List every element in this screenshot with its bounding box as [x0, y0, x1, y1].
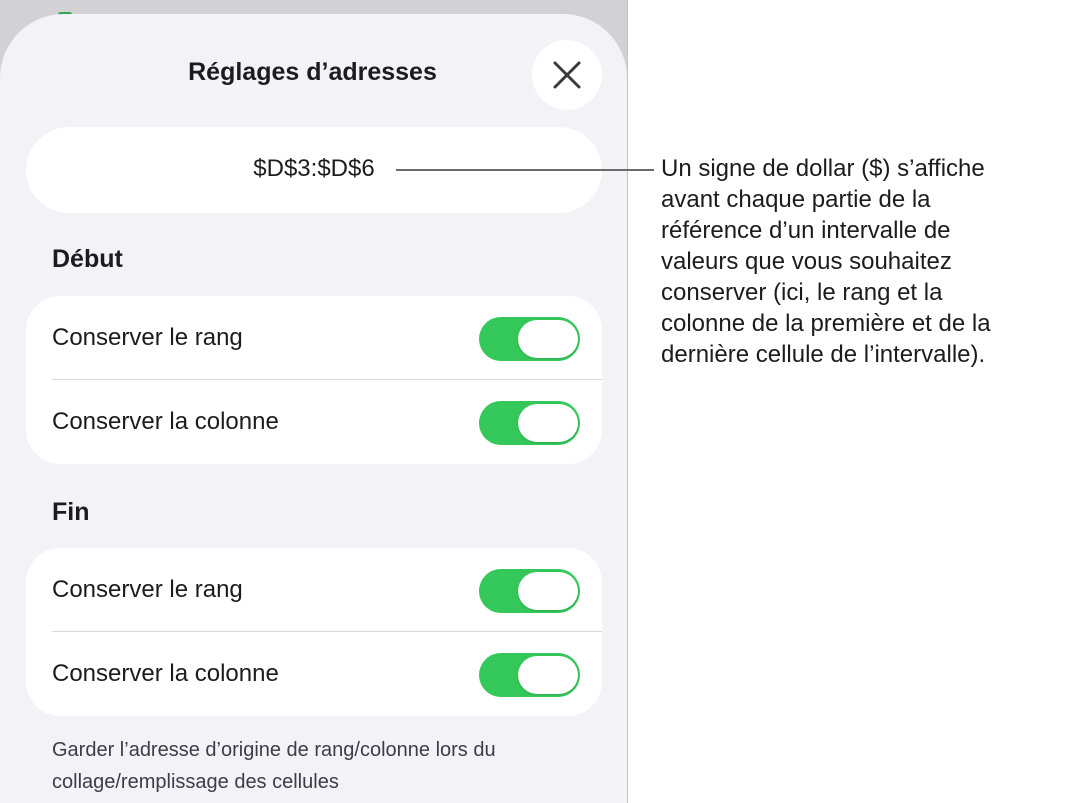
toggle-knob — [518, 404, 578, 442]
end-keep-column-item[interactable]: Conserver la colonne — [26, 632, 602, 716]
close-icon — [552, 60, 582, 90]
start-keep-row-item[interactable]: Conserver le rang — [26, 296, 602, 380]
end-keep-row-label: Conserver le rang — [52, 576, 243, 603]
end-settings-group: Conserver le rang Conserver la colonne — [26, 548, 602, 716]
section-header-start: Début — [52, 245, 123, 273]
end-keep-row-item[interactable]: Conserver le rang — [26, 548, 602, 632]
start-keep-column-label: Conserver la colonne — [52, 408, 279, 435]
start-keep-row-toggle[interactable] — [479, 317, 580, 361]
callout-text: Un signe de dollar ($) s’affiche avant c… — [661, 155, 991, 368]
close-button[interactable] — [532, 40, 602, 110]
screen: Réglages d’adresses $D$3:$D$6 Début Cons… — [0, 0, 1072, 803]
toggle-knob — [518, 320, 578, 358]
callout-leader-line — [396, 169, 654, 171]
section-header-end: Fin — [52, 498, 90, 526]
end-keep-column-toggle[interactable] — [479, 653, 580, 697]
address-settings-sheet: Réglages d’adresses $D$3:$D$6 Début Cons… — [0, 14, 627, 803]
toggle-knob — [518, 656, 578, 694]
start-keep-row-label: Conserver le rang — [52, 324, 243, 351]
start-keep-column-toggle[interactable] — [479, 401, 580, 445]
start-settings-group: Conserver le rang Conserver la colonne — [26, 296, 602, 464]
toggle-knob — [518, 572, 578, 610]
end-keep-column-label: Conserver la colonne — [52, 660, 279, 687]
end-keep-row-toggle[interactable] — [479, 569, 580, 613]
footer-note: Garder l’adresse d’origine de rang/colon… — [52, 739, 496, 793]
start-keep-column-item[interactable]: Conserver la colonne — [26, 380, 602, 464]
